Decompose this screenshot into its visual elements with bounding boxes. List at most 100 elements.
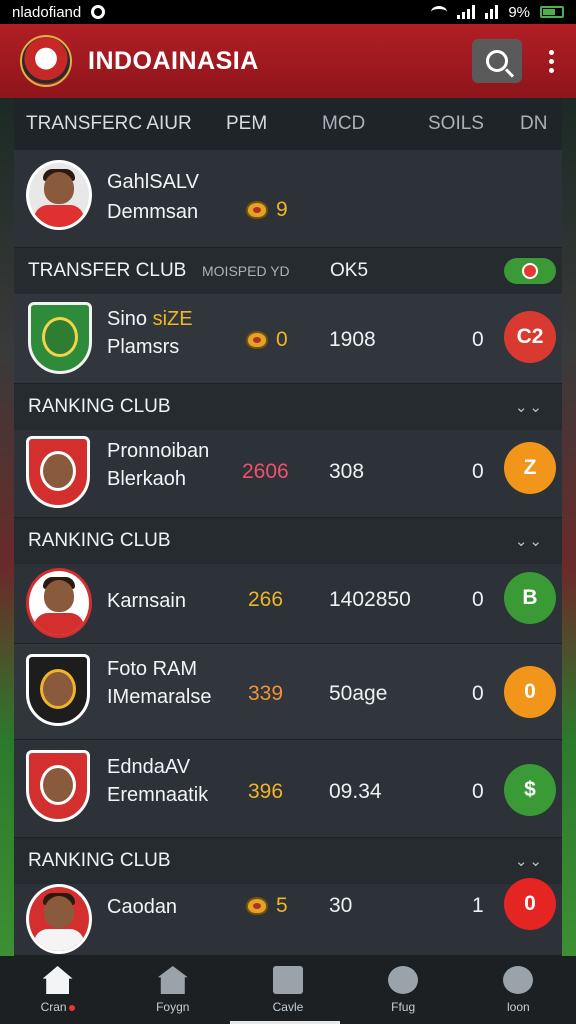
section-header-ranking: RANKING CLUB ⌄⌄ — [14, 384, 562, 430]
player-crest — [26, 654, 90, 726]
section-subtitle-1: MOISPED YD — [202, 263, 290, 279]
more-dot-icon — [548, 58, 554, 64]
background-strip-left — [0, 96, 14, 956]
metric-pem: 396 — [248, 780, 284, 803]
column-pem[interactable]: PEM — [226, 113, 267, 135]
player-club: IMemaralse — [107, 686, 212, 708]
signal-icon-2 — [485, 5, 499, 19]
nav-item-profile[interactable]: loon — [468, 966, 568, 1014]
coin-icon — [246, 897, 268, 916]
player-name: EdndaAV — [107, 756, 191, 778]
search-icon — [486, 50, 508, 72]
list-item[interactable]: Sino siZE Plamsrs 0 1908 0 C2 — [14, 294, 562, 384]
column-mcd[interactable]: MCD — [322, 113, 365, 135]
wifi-icon — [431, 6, 448, 18]
background-strip-right — [562, 96, 576, 956]
nav-item-club[interactable]: Foygn — [123, 966, 223, 1014]
nav-item-match[interactable]: Ffug — [353, 966, 453, 1014]
nav-label: Cran — [41, 1000, 75, 1014]
player-name: Karnsain — [107, 590, 186, 612]
list-item[interactable]: Caodan 5 30 1 0 — [14, 878, 562, 956]
chevron-down-icon[interactable]: ⌄⌄ — [515, 398, 544, 416]
section-header-ranking: RANKING CLUB ⌄⌄ — [14, 838, 562, 884]
metric-mcd: 30 — [329, 894, 353, 917]
metric-mcd: 50age — [329, 682, 388, 705]
metric-pem: 339 — [248, 682, 284, 705]
list-item[interactable]: GahlSALV Demmsan 9 — [14, 150, 562, 248]
rank-badge[interactable]: 0 — [504, 878, 556, 930]
player-name: Foto RAM — [107, 658, 198, 680]
player-club: Demmsan — [107, 201, 199, 223]
list-item[interactable]: EdndaAV Eremnaatik 396 09.34 0 $ — [14, 740, 562, 838]
section-title: RANKING CLUB — [28, 530, 171, 551]
section-header-transfer: TRANSFER CLUB MOISPED YD OK5 — [14, 248, 562, 294]
column-soils[interactable]: SOILS — [428, 113, 484, 135]
metric-soils: 1 — [472, 894, 484, 917]
club-crest — [28, 302, 92, 374]
section-header-ranking: RANKING CLUB ⌄⌄ — [14, 518, 562, 564]
rank-badge[interactable]: 0 — [504, 666, 556, 718]
metric-mcd: 09.34 — [329, 780, 382, 803]
rank-badge[interactable]: $ — [504, 764, 556, 816]
list-item[interactable]: Pronnoiban Blerkaoh 2606 308 0 Z — [14, 430, 562, 518]
metric-pem: 2606 — [242, 460, 289, 483]
rank-badge[interactable]: Z — [504, 442, 556, 494]
player-name: GahlSALV — [107, 171, 199, 193]
app-bar: INDOAINASIA — [0, 24, 576, 98]
bottom-nav: Cran Foygn Cavle Ffug loon — [0, 956, 576, 1024]
status-bar: nladofiand 9% — [0, 0, 576, 24]
rank-badge[interactable]: C2 — [504, 311, 556, 363]
column-header: TRANSFERC AIUR PEM MCD SOILS DN — [14, 98, 562, 150]
metric-soils: 0 — [472, 780, 484, 803]
chevron-down-icon[interactable]: ⌄⌄ — [515, 852, 544, 870]
metric-soils: 0 — [472, 682, 484, 705]
list-item[interactable]: Foto RAM IMemaralse 339 50age 0 0 — [14, 644, 562, 740]
metric-mcd: 1908 — [329, 328, 376, 351]
club-name: Sino siZE — [107, 308, 193, 330]
column-transfer[interactable]: TRANSFERC AIUR — [26, 113, 192, 135]
metric-mcd: 1402850 — [329, 588, 411, 611]
battery-percent: 9% — [508, 3, 530, 21]
player-avatar — [26, 160, 92, 230]
nav-item-home[interactable]: Cran — [8, 966, 108, 1014]
section-title: RANKING CLUB — [28, 396, 171, 417]
profile-icon — [503, 966, 534, 994]
player-name: Caodan — [107, 896, 178, 918]
section-title: RANKING CLUB — [28, 850, 171, 871]
more-menu-button[interactable] — [546, 49, 556, 73]
club-logo — [20, 35, 72, 87]
more-dot-icon — [548, 67, 554, 73]
metric-pem: 0 — [246, 328, 288, 352]
coin-icon — [246, 331, 268, 350]
player-club: Eremnaatik — [107, 784, 209, 806]
metric-pem: 9 — [246, 198, 288, 222]
status-carrier-text: nladofiand — [12, 3, 82, 21]
battery-icon — [540, 6, 564, 18]
signal-icon — [457, 5, 476, 19]
list-item[interactable]: Karnsain 266 1402850 0 B — [14, 564, 562, 644]
nav-item-documents[interactable]: Cavle — [238, 966, 338, 1014]
document-icon — [272, 966, 303, 994]
chevron-down-icon[interactable]: ⌄⌄ — [515, 532, 544, 550]
section-title: TRANSFER CLUB — [28, 260, 187, 281]
player-name: Pronnoiban — [107, 440, 210, 462]
nav-label: Ffug — [391, 1000, 416, 1014]
metric-mcd: 308 — [329, 460, 365, 483]
stadium-icon — [157, 966, 188, 994]
metric-pem: 5 — [246, 894, 288, 918]
player-crest — [26, 436, 90, 508]
soccer-ball-icon — [388, 966, 419, 994]
rank-badge[interactable]: B — [504, 572, 556, 624]
search-button[interactable] — [472, 39, 522, 83]
ball-icon — [522, 263, 538, 279]
home-icon — [42, 966, 73, 994]
more-dot-icon — [548, 49, 554, 55]
metric-soils: 0 — [472, 588, 484, 611]
metric-pem: 266 — [248, 588, 284, 611]
toggle-pill[interactable] — [504, 258, 556, 284]
section-subtitle-2: OK5 — [330, 260, 369, 281]
player-avatar — [26, 568, 92, 638]
nav-label: Cavle — [272, 1000, 304, 1014]
nav-label: Foygn — [156, 1000, 190, 1014]
column-dn[interactable]: DN — [520, 113, 547, 135]
